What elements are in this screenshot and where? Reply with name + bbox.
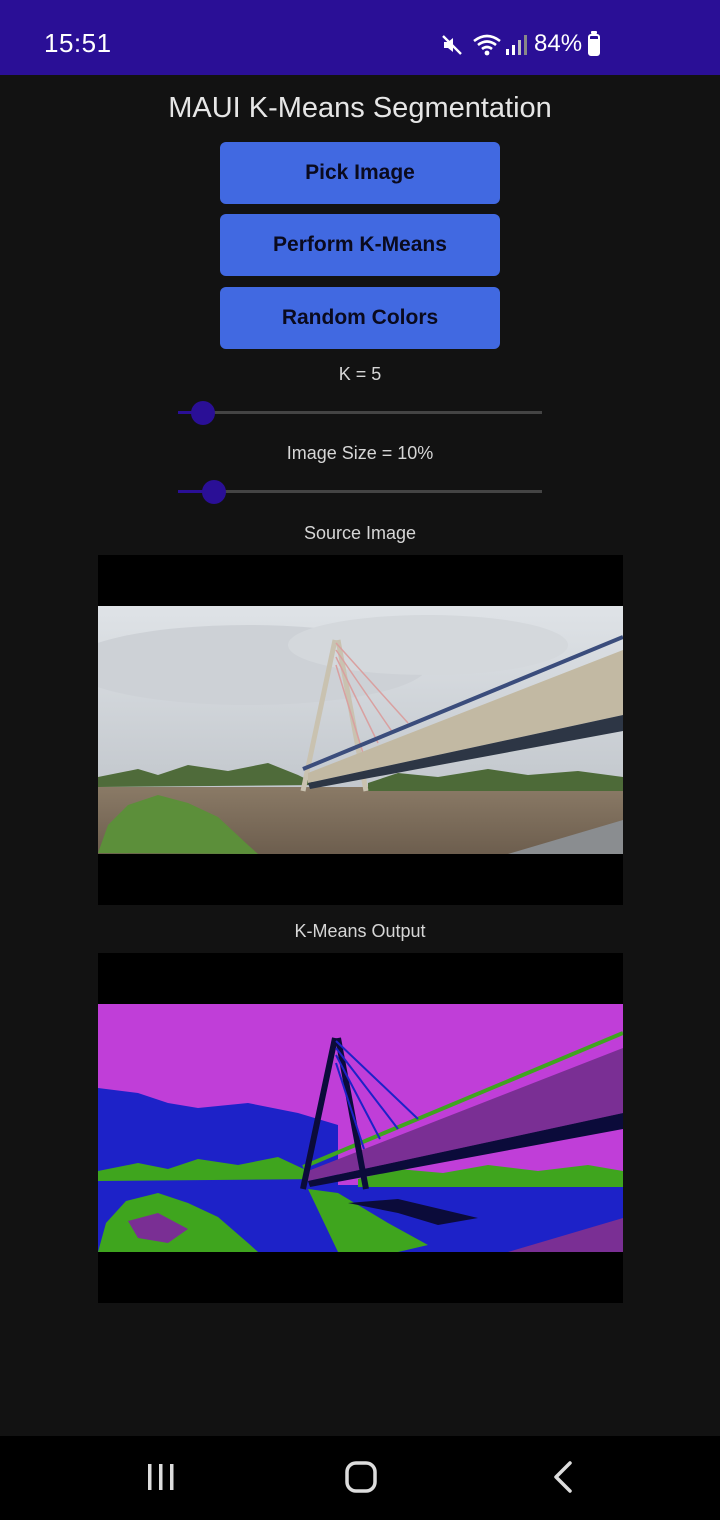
- k-slider-thumb[interactable]: [191, 401, 215, 425]
- image-size-slider[interactable]: [178, 476, 542, 506]
- k-slider[interactable]: [178, 397, 542, 427]
- kmeans-output-photo: [98, 1004, 623, 1252]
- perform-kmeans-button[interactable]: Perform K-Means: [220, 214, 500, 276]
- status-time: 15:51: [44, 28, 112, 58]
- battery-icon: [588, 31, 600, 56]
- kmeans-output-label: K-Means Output: [294, 921, 426, 941]
- back-icon[interactable]: [550, 1460, 578, 1494]
- source-image: [98, 555, 623, 905]
- battery-percent: 84%: [534, 30, 583, 57]
- source-photo: [98, 606, 623, 854]
- mute-icon: [442, 35, 462, 55]
- wifi-icon: [473, 34, 501, 56]
- home-icon[interactable]: [344, 1460, 378, 1494]
- pick-image-button[interactable]: Pick Image: [220, 142, 500, 204]
- random-colors-button[interactable]: Random Colors: [220, 287, 500, 349]
- recent-apps-icon[interactable]: [146, 1462, 176, 1492]
- page-title: MAUI K-Means Segmentation: [168, 92, 552, 124]
- status-bar: 15:51 84%: [0, 0, 720, 75]
- system-nav-bar: [0, 1436, 720, 1520]
- source-image-label: Source Image: [303, 523, 417, 543]
- k-label: K = 5: [338, 364, 382, 384]
- kmeans-output-image: [98, 953, 623, 1303]
- signal-icon: [506, 35, 527, 55]
- image-size-label: Image Size = 10%: [286, 443, 434, 463]
- image-size-slider-thumb[interactable]: [202, 480, 226, 504]
